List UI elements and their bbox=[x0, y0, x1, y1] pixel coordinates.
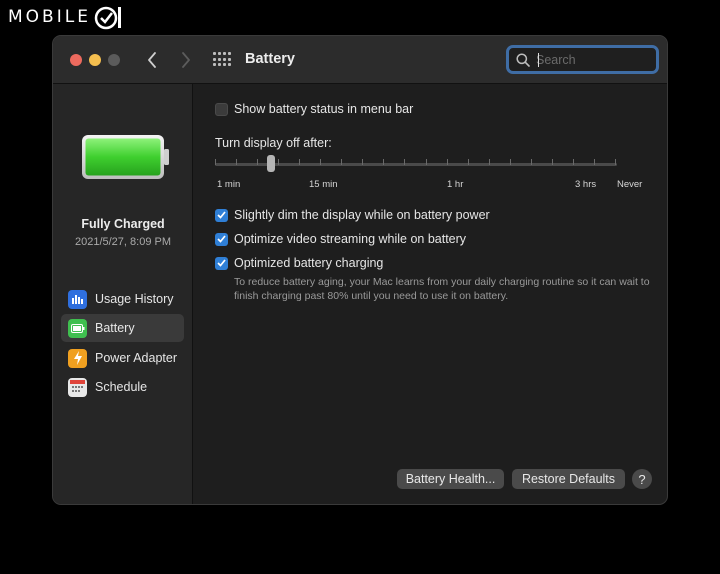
sidebar-item-usage-history[interactable]: Usage History bbox=[61, 285, 184, 313]
display-off-label: Turn display off after: bbox=[215, 136, 332, 150]
slider-tick bbox=[341, 159, 343, 165]
chevron-left-icon bbox=[148, 52, 156, 68]
slider-tick bbox=[593, 159, 595, 165]
bar-chart-icon bbox=[68, 289, 87, 309]
battery-icon bbox=[68, 318, 87, 338]
battery-preferences-window: Battery Fully Char bbox=[52, 35, 668, 505]
slider-tick bbox=[236, 159, 238, 165]
slider-tick bbox=[551, 159, 553, 165]
slider-tick bbox=[572, 159, 574, 165]
optimized-charging-description: To reduce battery aging, your Mac learns… bbox=[234, 276, 650, 302]
slider-tick bbox=[383, 159, 385, 165]
battery-health-button[interactable]: Battery Health... bbox=[397, 469, 504, 489]
watermark-logo: MOBILE bbox=[8, 4, 123, 30]
battery-status-title: Fully Charged bbox=[81, 217, 165, 231]
battery-settings-panel: Show battery status in menu bar Turn dis… bbox=[194, 84, 667, 504]
search-input[interactable] bbox=[536, 52, 646, 67]
optimize-video-row[interactable]: Optimize video streaming while on batter… bbox=[215, 232, 466, 246]
optimize-video-checkbox[interactable] bbox=[215, 232, 228, 246]
optimized-charging-row[interactable]: Optimized battery charging bbox=[215, 256, 383, 270]
help-button[interactable]: ? bbox=[632, 469, 652, 489]
dim-display-label: Slightly dim the display while on batter… bbox=[234, 208, 490, 222]
chevron-right-icon bbox=[182, 52, 190, 68]
sidebar-item-battery[interactable]: Battery bbox=[61, 314, 184, 342]
display-off-slider-thumb[interactable] bbox=[267, 155, 275, 172]
slider-tick bbox=[215, 159, 216, 165]
slider-tick bbox=[404, 159, 406, 165]
tick-label-3-hrs: 3 hrs bbox=[575, 179, 597, 190]
titlebar: Battery bbox=[53, 36, 667, 84]
sidebar-item-label: Usage History bbox=[95, 292, 174, 306]
sidebar-item-label: Power Adapter bbox=[95, 351, 177, 365]
tick-label-1-min: 1 min bbox=[217, 179, 241, 190]
slider-tick bbox=[467, 159, 469, 165]
zoom-window-button[interactable] bbox=[108, 54, 120, 66]
tick-label-never: Never bbox=[617, 179, 643, 190]
dim-display-row[interactable]: Slightly dim the display while on batter… bbox=[215, 208, 490, 222]
bolt-icon bbox=[68, 348, 87, 368]
slider-tick bbox=[446, 159, 448, 165]
slider-tick bbox=[278, 159, 280, 165]
battery-status-date: 2021/5/27, 8:09 PM bbox=[74, 236, 171, 248]
text-caret bbox=[538, 53, 539, 67]
show-battery-status-row[interactable]: Show battery status in menu bar bbox=[215, 102, 413, 116]
slider-tick bbox=[257, 159, 259, 165]
calendar-icon bbox=[68, 377, 87, 397]
battery-full-icon bbox=[82, 135, 169, 179]
sidebar-item-label: Battery bbox=[95, 321, 135, 335]
slider-tick bbox=[615, 159, 616, 165]
watermark-text: MOBILE bbox=[8, 7, 91, 27]
show-battery-status-label: Show battery status in menu bar bbox=[234, 102, 414, 116]
search-icon bbox=[516, 52, 530, 67]
slider-tick bbox=[488, 159, 490, 165]
slider-tick bbox=[299, 159, 301, 165]
tick-label-15-min: 15 min bbox=[309, 179, 338, 190]
restore-defaults-button[interactable]: Restore Defaults bbox=[512, 469, 625, 489]
checkmark-icon bbox=[217, 235, 226, 243]
optimized-charging-label: Optimized battery charging bbox=[234, 256, 384, 270]
close-window-button[interactable] bbox=[70, 54, 82, 66]
sidebar-item-power-adapter[interactable]: Power Adapter bbox=[61, 344, 184, 372]
back-button[interactable] bbox=[142, 50, 162, 70]
show-all-grid-icon[interactable] bbox=[213, 52, 231, 68]
slider-tick bbox=[320, 159, 322, 165]
slider-tick bbox=[530, 159, 532, 165]
optimize-video-label: Optimize video streaming while on batter… bbox=[234, 232, 467, 246]
checkmark-icon bbox=[217, 259, 226, 267]
search-field[interactable] bbox=[506, 45, 659, 74]
dim-display-checkbox[interactable] bbox=[215, 208, 228, 222]
display-off-slider-track[interactable] bbox=[215, 163, 617, 166]
slider-tick bbox=[509, 159, 511, 165]
slider-tick bbox=[425, 159, 427, 165]
window-title: Battery bbox=[245, 51, 295, 67]
minimize-window-button[interactable] bbox=[89, 54, 101, 66]
forward-button[interactable] bbox=[176, 50, 196, 70]
slider-tick bbox=[362, 159, 364, 165]
show-battery-status-checkbox[interactable] bbox=[215, 102, 228, 116]
sidebar: Fully Charged 2021/5/27, 8:09 PM Usage H… bbox=[53, 84, 193, 504]
checkmark-icon bbox=[217, 211, 226, 219]
tick-label-1-hr: 1 hr bbox=[447, 179, 464, 190]
sidebar-item-schedule[interactable]: Schedule bbox=[61, 373, 184, 401]
mobile01-logo-icon bbox=[94, 6, 121, 30]
sidebar-item-label: Schedule bbox=[95, 380, 148, 394]
optimized-charging-checkbox[interactable] bbox=[215, 256, 228, 270]
